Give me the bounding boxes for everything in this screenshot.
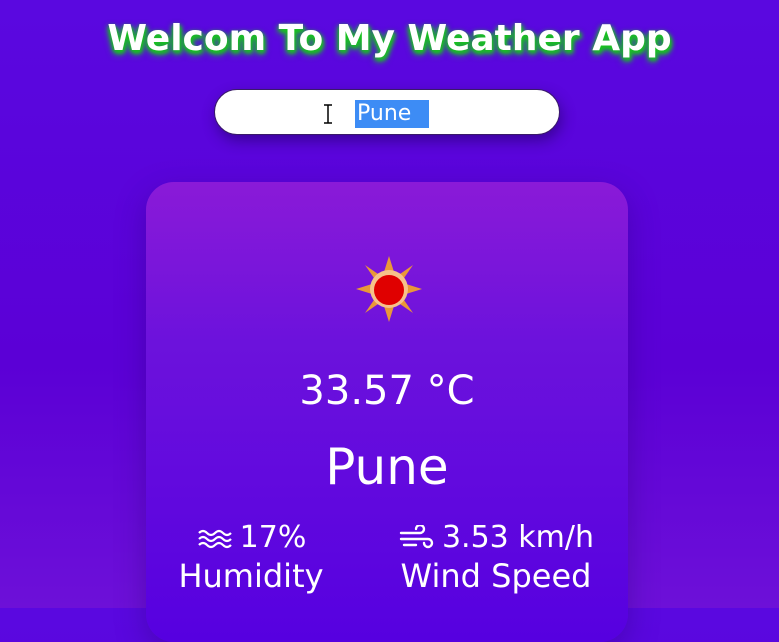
- humidity-waves-icon: [197, 529, 232, 548]
- search-box[interactable]: [214, 89, 560, 135]
- humidity-stat: 17% Humidity: [176, 520, 326, 595]
- wind-icon: [399, 524, 434, 548]
- weather-card: 33.57 °C Pune 17% Humidity 3.53 km/h Win…: [146, 182, 628, 642]
- humidity-label: Humidity: [178, 557, 324, 595]
- wind-label: Wind Speed: [400, 557, 592, 595]
- page-title: Welcom To My Weather App: [107, 18, 672, 59]
- wind-value: 3.53 km/h: [441, 520, 595, 555]
- temperature: 33.57 °C: [299, 368, 475, 414]
- sun-icon: [356, 256, 422, 322]
- search-input[interactable]: [355, 100, 429, 128]
- city-name: Pune: [325, 438, 449, 496]
- wind-stat: 3.53 km/h Wind Speed: [381, 520, 611, 595]
- text-cursor-icon: [324, 104, 332, 124]
- humidity-value: 17%: [239, 520, 307, 555]
